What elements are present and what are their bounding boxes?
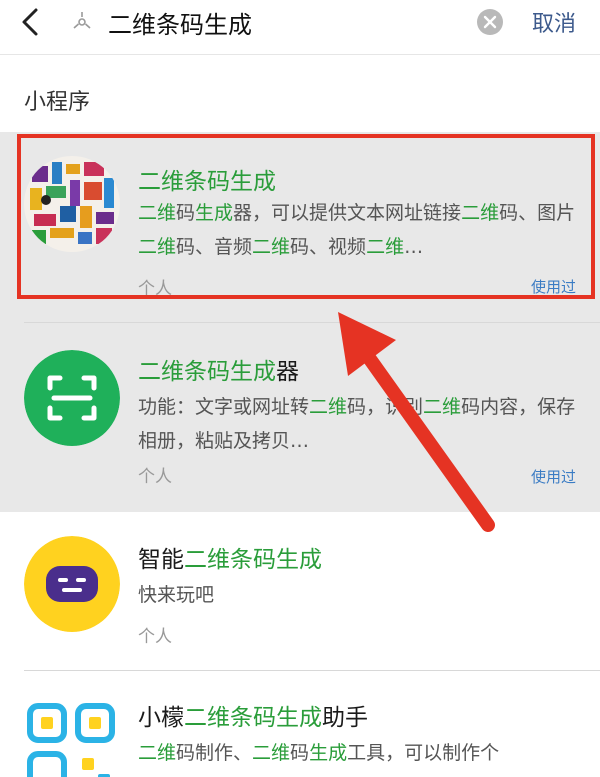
header-divider (0, 54, 600, 55)
cancel-button[interactable]: 取消 (532, 6, 576, 38)
keyword-highlight: 二维 (252, 236, 291, 258)
text-segment: … (404, 236, 424, 258)
row-divider (24, 322, 600, 323)
keyword-highlight: 二维条码生成 (138, 169, 276, 195)
keyword-highlight: 二维 (252, 742, 291, 764)
text-segment: 器 (276, 359, 299, 385)
result-owner: 个人 (138, 467, 172, 487)
green-scan-frame-icon (24, 350, 120, 446)
text-segment: 码、视频 (290, 236, 367, 258)
keyword-highlight: 生成 (195, 202, 234, 224)
keyword-highlight: 二维 (366, 236, 405, 258)
colorful-qr-art-icon (24, 156, 120, 252)
keyword-highlight: 二维 (138, 742, 177, 764)
text-segment: 智能 (138, 547, 184, 573)
text-segment: 小檬 (138, 705, 184, 731)
keyword-highlight: 二维 (423, 396, 462, 418)
clear-search-button[interactable] (477, 9, 503, 35)
search-bar (62, 2, 512, 42)
keyword-highlight: 二维 (461, 202, 500, 224)
result-description: 快来玩吧 (138, 578, 578, 612)
result-title: 二维条码生成器 (138, 352, 299, 386)
keyword-highlight: 二维 (138, 202, 177, 224)
keyword-highlight: 二维条码生成 (138, 359, 276, 385)
keyword-highlight: 二维条码生成 (184, 547, 322, 573)
back-button[interactable] (14, 4, 50, 40)
keyword-highlight: 生成 (309, 742, 348, 764)
used-before-tag: 使用过 (530, 278, 576, 296)
section-title-miniprograms: 小程序 (24, 90, 91, 115)
clear-x-icon (483, 15, 497, 29)
result-owner: 个人 (138, 627, 172, 647)
result-owner: 个人 (138, 279, 172, 299)
result-description: 功能：文字或网址转二维码，识别二维码内容，保存相册，粘贴及拷贝… (138, 390, 578, 458)
result-title: 二维条码生成 (138, 162, 276, 196)
result-description: 二维码生成器，可以提供文本网址链接二维码、图片二维码、音频二维码、视频二维… (138, 196, 578, 264)
text-segment: 助手 (322, 705, 368, 731)
result-title: 小檬二维条码生成助手 (138, 698, 368, 732)
result-item-2[interactable]: 二维条码生成器 功能：文字或网址转二维码，识别二维码内容，保存相册，粘贴及拷贝…… (0, 322, 600, 512)
search-input[interactable] (108, 5, 448, 39)
keyword-highlight: 二维条码生成 (184, 705, 322, 731)
result-description: 二维码制作、二维码生成工具，可以制作个 (138, 736, 578, 770)
miniprogram-search-icon (70, 10, 94, 34)
text-segment: 码制作、 (176, 742, 253, 764)
text-segment: 快来玩吧 (138, 584, 215, 606)
text-segment: 码 (290, 742, 310, 764)
text-segment: 器，可以提供文本网址链接 (233, 202, 462, 224)
result-title: 智能二维条码生成 (138, 540, 322, 574)
text-segment: 码 (176, 202, 196, 224)
text-segment: 工具，可以制作个 (347, 742, 500, 764)
text-segment: 功能：文字或网址转 (138, 396, 310, 418)
text-segment: 码、音频 (176, 236, 253, 258)
result-item-1[interactable]: 二维条码生成 二维码生成器，可以提供文本网址链接二维码、图片二维码、音频二维码、… (0, 132, 600, 322)
cyan-yellow-qr-icon (24, 700, 120, 777)
result-item-3[interactable]: 智能二维条码生成 快来玩吧 个人 (0, 512, 600, 670)
row-divider (24, 670, 600, 671)
keyword-highlight: 二维 (138, 236, 177, 258)
keyword-highlight: 二维 (309, 396, 348, 418)
text-segment: 码、图片 (499, 202, 576, 224)
chevron-left-icon (22, 8, 38, 36)
used-before-tag: 使用过 (530, 468, 576, 486)
result-item-4[interactable]: 小檬二维条码生成助手 二维码制作、二维码生成工具，可以制作个 (0, 670, 600, 777)
text-segment: 码，识别 (347, 396, 424, 418)
purple-bot-face-icon (24, 536, 120, 632)
search-header: 取消 (0, 0, 600, 50)
